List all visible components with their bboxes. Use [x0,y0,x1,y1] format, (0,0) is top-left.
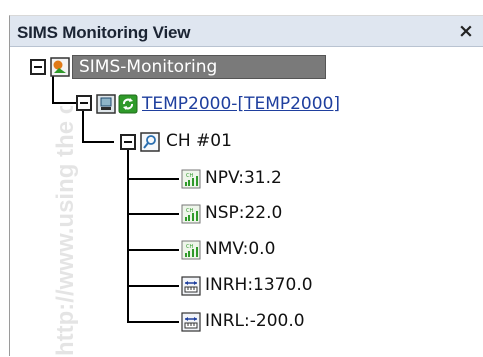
range-icon [181,276,201,296]
root-collapse-toggle[interactable] [30,59,46,75]
tree-line [127,285,179,287]
tree-line [82,110,84,143]
monitoring-panel: SIMS Monitoring View × http://www.using … [9,15,483,356]
tree-item-label[interactable]: INRH:1370.0 [205,274,313,296]
tree-line [127,213,179,215]
signal-bars-icon: CH [181,169,201,189]
signal-bars-icon: CH [181,240,201,260]
monitoring-tree: SIMS-Monitoring TEMP2000-[TEMP2000] CH #… [10,16,483,357]
tree-line [127,321,179,323]
channel-search-icon [140,132,160,152]
channel-node-label[interactable]: CH #01 [166,130,232,152]
tree-item-label[interactable]: NPV:31.2 [205,167,282,189]
tree-line [127,249,179,251]
tree-item-label[interactable]: NMV:0.0 [205,238,275,260]
device-node-label[interactable]: TEMP2000-[TEMP2000] [142,93,340,115]
tree-item-label[interactable]: NSP:22.0 [205,202,282,224]
device-collapse-toggle[interactable] [76,95,92,111]
tree-line [52,102,78,104]
range-icon [181,312,201,332]
root-node-label[interactable]: SIMS-Monitoring [72,55,326,79]
tree-item-label[interactable]: INRL:-200.0 [205,310,305,332]
refresh-icon[interactable] [118,94,138,114]
tree-line [127,178,179,180]
signal-bars-icon: CH [181,204,201,224]
device-icon [96,94,116,114]
tree-line [127,150,129,322]
monitoring-root-icon [50,57,70,77]
channel-collapse-toggle[interactable] [120,134,136,150]
tree-line [82,141,114,143]
